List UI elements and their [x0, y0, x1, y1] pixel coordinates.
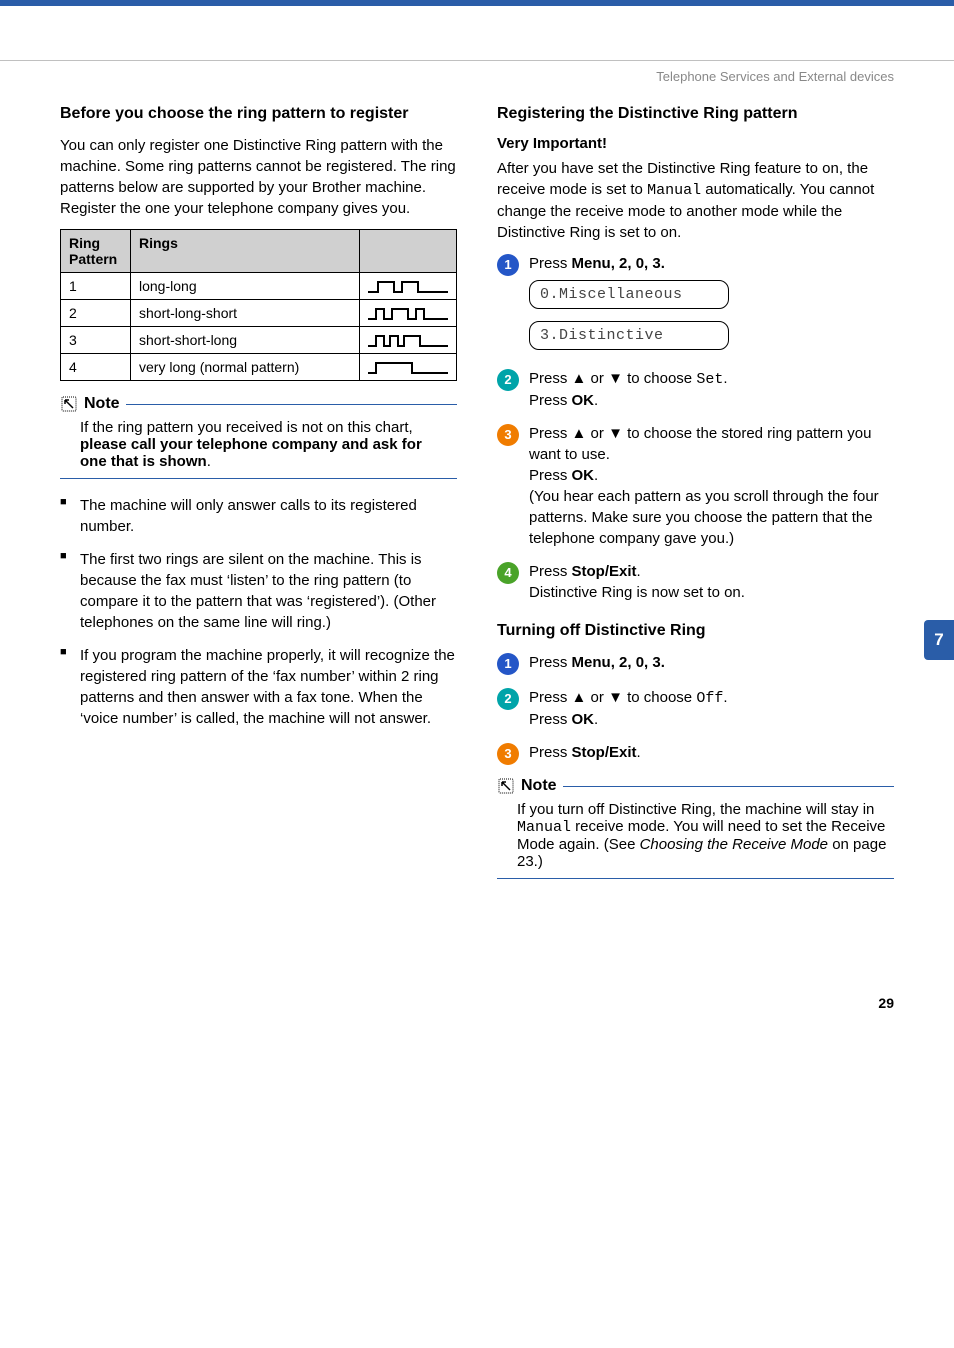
s3-dot: . [594, 467, 598, 484]
n2-italic: Choosing the Receive Mode [640, 836, 828, 853]
intro-right: After you have set the Distinctive Ring … [497, 158, 894, 243]
o2-ok: OK [572, 711, 595, 728]
o2-pre: Press [529, 689, 572, 706]
note-right: Note If you turn off Distinctive Ring, t… [497, 777, 894, 879]
step-2: Press ▲ or ▼ to choose Set. Press OK. [529, 368, 894, 411]
s2-mid: or [586, 370, 608, 387]
down-arrow-icon: ▼ [608, 689, 623, 706]
cell-desc-2: short-long-short [131, 299, 360, 326]
down-arrow-icon: ▼ [608, 370, 623, 387]
s4-line2: Distinctive Ring is now set to on. [529, 584, 745, 601]
heading-registering: Registering the Distinctive Ring pattern [497, 104, 894, 125]
s2-dot2: . [594, 392, 598, 409]
lcd-distinctive: 3.Distinctive [529, 321, 729, 350]
heading-before-register: Before you choose the ring pattern to re… [60, 104, 457, 125]
very-important: Very Important! [497, 135, 894, 152]
s3-ok: OK [572, 467, 595, 484]
off-step-1: Press Menu, 2, 0, 3. [529, 652, 894, 675]
note-icon [60, 395, 78, 413]
o3-pre: Press [529, 744, 572, 761]
note-text-bold: please call your telephone company and a… [80, 436, 422, 470]
lcd-miscellaneous: 0.Miscellaneous [529, 280, 729, 309]
bullet-2: The first two rings are silent on the ma… [60, 549, 457, 633]
n2-mono: Manual [517, 819, 571, 836]
s3-paren: (You hear each pattern as you scroll thr… [529, 488, 879, 547]
s3-mid: or [586, 425, 608, 442]
step-3: Press ▲ or ▼ to choose the stored ring p… [529, 423, 894, 549]
s4-pre: Press [529, 563, 572, 580]
s2-ok: OK [572, 392, 595, 409]
th-ring-pattern: Ring Pattern [61, 229, 131, 272]
o1-rest: , 2, 0, 3. [611, 654, 665, 671]
s4-bold: Stop/Exit [572, 563, 637, 580]
o1-pre: Press [529, 654, 572, 671]
step-1: Press Menu, 2, 0, 3. 0.Miscellaneous 3.D… [529, 253, 894, 356]
s1-pre: Press [529, 255, 572, 272]
up-arrow-icon: ▲ [572, 370, 587, 387]
s2-choose: to choose [623, 370, 696, 387]
note-icon [497, 777, 515, 795]
cell-desc-4: very long (normal pattern) [131, 353, 360, 380]
cell-n-3: 3 [61, 326, 131, 353]
s2-press: Press [529, 392, 572, 409]
page-number: 29 [0, 935, 954, 1041]
off-badge-1: 1 [497, 653, 519, 675]
o3-dot: . [637, 744, 641, 761]
down-arrow-icon: ▼ [608, 425, 623, 442]
cell-wave-4 [360, 353, 457, 380]
off-badge-2: 2 [497, 688, 519, 710]
note-left: Note If the ring pattern you received is… [60, 395, 457, 479]
s3-press: Press [529, 467, 572, 484]
o2-choose: to choose [623, 689, 696, 706]
o2-mid: or [586, 689, 608, 706]
step-badge-4: 4 [497, 562, 519, 584]
step-4: Press Stop/Exit. Distinctive Ring is now… [529, 561, 894, 603]
cell-desc-1: long-long [131, 272, 360, 299]
s1-rest: , 2, 0, 3. [611, 255, 665, 272]
off-step-3: Press Stop/Exit. [529, 742, 894, 765]
o2-dot2: . [594, 711, 598, 728]
step-badge-2: 2 [497, 369, 519, 391]
note-text-post: . [207, 453, 211, 470]
th-waveform [360, 229, 457, 272]
cell-wave-3 [360, 326, 457, 353]
bullet-3: If you program the machine properly, it … [60, 645, 457, 729]
cell-n-1: 1 [61, 272, 131, 299]
o2-off: Off [696, 690, 723, 707]
off-badge-3: 3 [497, 743, 519, 765]
o1-bold: Menu [572, 654, 611, 671]
o2-dot: . [723, 689, 727, 706]
bullet-1: The machine will only answer calls to it… [60, 495, 457, 537]
s2-pre: Press [529, 370, 572, 387]
intro-right-mono: Manual [647, 182, 701, 199]
heading-turning-off: Turning off Distinctive Ring [497, 621, 894, 642]
o2-press: Press [529, 711, 572, 728]
cell-n-4: 4 [61, 353, 131, 380]
s4-dot: . [637, 563, 641, 580]
cell-n-2: 2 [61, 299, 131, 326]
running-header: Telephone Services and External devices [0, 61, 954, 84]
s3-pre: Press [529, 425, 572, 442]
cell-desc-3: short-short-long [131, 326, 360, 353]
ring-pattern-table: Ring Pattern Rings 1 long-long 2 short-l… [60, 229, 457, 381]
note-label-right: Note [521, 777, 557, 795]
cell-wave-1 [360, 272, 457, 299]
section-tab: 7 [924, 620, 954, 660]
s2-set: Set [696, 371, 723, 388]
bullet-list-left: The machine will only answer calls to it… [60, 495, 457, 729]
up-arrow-icon: ▲ [572, 689, 587, 706]
o3-bold: Stop/Exit [572, 744, 637, 761]
intro-left: You can only register one Distinctive Ri… [60, 135, 457, 219]
note-text-pre: If the ring pattern you received is not … [80, 419, 413, 436]
th-rings: Rings [131, 229, 360, 272]
step-badge-3: 3 [497, 424, 519, 446]
step-badge-1: 1 [497, 254, 519, 276]
cell-wave-2 [360, 299, 457, 326]
s2-dot: . [723, 370, 727, 387]
note-label: Note [84, 395, 120, 413]
n2-pre: If you turn off Distinctive Ring, the ma… [517, 801, 874, 818]
up-arrow-icon: ▲ [572, 425, 587, 442]
off-step-2: Press ▲ or ▼ to choose Off. Press OK. [529, 687, 894, 730]
s1-bold: Menu [572, 255, 611, 272]
